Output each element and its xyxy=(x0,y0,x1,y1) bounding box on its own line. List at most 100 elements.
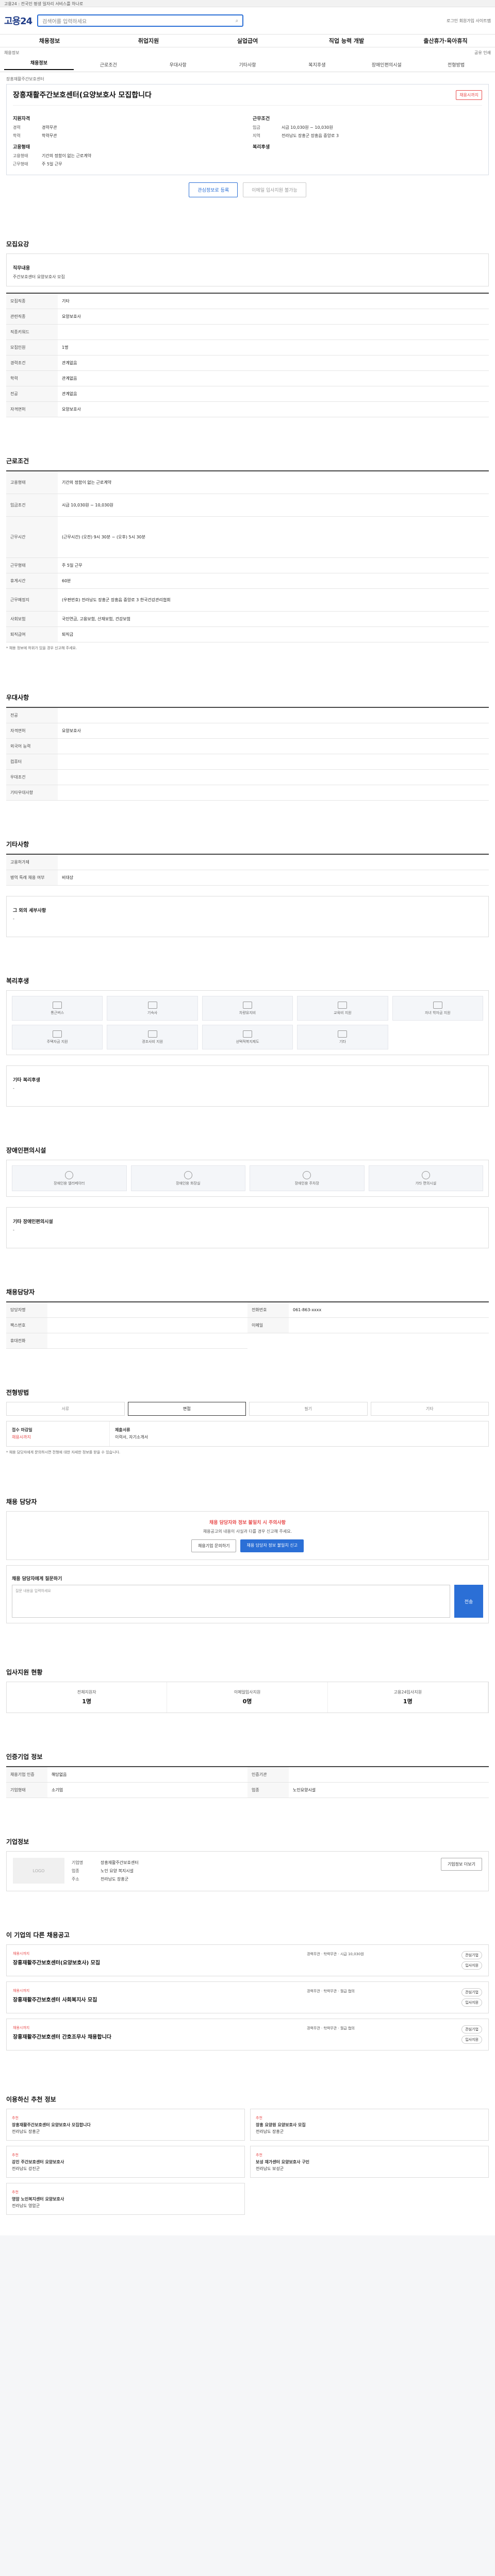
welfare-label: 차량유지비 xyxy=(239,1010,256,1015)
recommend-card[interactable]: 추천 강진 주간보호센터 요양보호사 전라남도 강진군 xyxy=(6,2146,245,2178)
interest-button[interactable]: 관심기업 xyxy=(461,2025,482,2033)
qual-table: 모집직종 기타 관련직종 요양보호사 직종키워드 모집인원 1명 경력조건 관계없음 학… xyxy=(6,293,489,417)
row-key: 컴퓨터 xyxy=(6,754,58,769)
stat-item: 이메일입사지원 0명 xyxy=(167,1682,328,1713)
send-question-button[interactable]: 전송 xyxy=(454,1585,483,1618)
memo-text: - xyxy=(13,917,14,921)
job-name[interactable]: 장흥재활주간보호센터 간호조무사 채용합니다 xyxy=(13,2032,307,2040)
nav-item[interactable]: 채용정보 xyxy=(0,37,99,45)
tab[interactable]: 장애인편의시설 xyxy=(352,61,421,68)
row-key: 모집인원 xyxy=(6,340,58,355)
rec-name[interactable]: 보성 재가센터 요양보호사 구인 xyxy=(256,2160,309,2164)
report-mismatch-button[interactable]: 채용 담당자 정보 불일치 신고 xyxy=(240,1539,304,1552)
summary-left: 지원자격 경력 경력무관 학력 학력무관 고용형태 고용형태 기간의 정함이 없는 근… xyxy=(13,111,242,170)
recommend-card[interactable]: 추천 보성 재가센터 요양보호사 구인 전라남도 보성군 xyxy=(250,2146,489,2178)
rec-name[interactable]: 장흥재활주간보호센터 요양보호사 모집합니다 xyxy=(12,2123,91,2127)
cond-table: 고용형태 기간의 정함이 없는 근로계약 임금조건 시급 10,030원 ~ 10,… xyxy=(6,470,489,642)
kv-key: 경력 xyxy=(13,125,21,130)
search-icon[interactable]: ⌕ xyxy=(236,18,239,24)
tab[interactable]: 전형방법 xyxy=(421,61,491,68)
breadcrumb: 채용정보 공유 인쇄 xyxy=(0,47,495,58)
row-val: 소기업 xyxy=(52,1788,63,1792)
contact-company-button[interactable]: 채용기업 문의하기 xyxy=(191,1539,237,1552)
company-more-button[interactable]: 기업정보 더보기 xyxy=(440,1858,482,1871)
row-val xyxy=(58,739,489,754)
breadcrumb-label: 채용정보 xyxy=(4,50,20,55)
tab[interactable]: 기타사항 xyxy=(213,61,283,68)
nav-item[interactable]: 직업 능력 개발 xyxy=(297,37,396,45)
row-val: (근무시간) (오전) 9시 30분 ~ (오후) 5시 30분 xyxy=(62,535,146,539)
welfare-item: 통근버스 xyxy=(12,996,103,1021)
kv-key: 업종 xyxy=(72,1869,79,1873)
rec-name[interactable]: 영암 노인복지센터 요양보호사 xyxy=(12,2197,64,2201)
job-card[interactable]: 채용시까지 장흥재활주간보호센터 간호조무사 채용합니다 경력무관 · 학력무관 ·… xyxy=(6,2019,489,2050)
nav-item[interactable]: 취업지원 xyxy=(99,37,198,45)
rec-meta: 전라남도 보성군 xyxy=(256,2166,284,2171)
applicant-stats: 전체지원자 1명 이메일입사지원 0명 고용24입사지원 1명 xyxy=(6,1682,489,1713)
row-val xyxy=(58,708,489,723)
welfare-label: 교육비 지원 xyxy=(334,1010,352,1015)
main-nav: 채용정보 취업지원 실업급여 직업 능력 개발 출산휴가·육아휴직 xyxy=(0,34,495,47)
row-key: 기타우대사항 xyxy=(6,785,58,800)
section-title: 복리후생 xyxy=(6,977,29,985)
interest-button[interactable]: 관심기업 xyxy=(461,1951,482,1959)
email-apply-button[interactable]: 이메일 입사지원 불가능 xyxy=(243,182,306,197)
site-logo[interactable]: 고용24 xyxy=(4,14,32,27)
welfare-label: 주택자금 지원 xyxy=(46,1039,68,1044)
nav-item[interactable]: 실업급여 xyxy=(198,37,297,45)
search-input[interactable]: 검색어를 입력하세요 ⌕ xyxy=(37,14,244,27)
access-etc-heading: 기타 장애인편의시설 xyxy=(13,1219,53,1225)
tab[interactable]: 우대사항 xyxy=(143,61,213,68)
tab[interactable]: 복지후생 xyxy=(282,61,352,68)
row-val xyxy=(47,1318,248,1333)
accessibility-grid: 장애인용 엘리베이터 장애인용 화장실 장애인용 주차장 기타 편의시설 xyxy=(6,1160,489,1197)
gift-icon xyxy=(147,1030,157,1038)
row-val: 1명 xyxy=(62,345,69,350)
recommend-card[interactable]: 추천 영암 노인복지센터 요양보호사 전라남도 영암군 xyxy=(6,2183,245,2215)
apply-button[interactable]: 입사지원 xyxy=(461,2036,482,2044)
bus-icon xyxy=(53,1001,62,1009)
question-textarea[interactable]: 질문 내용을 입력하세요 xyxy=(12,1585,450,1618)
share-print[interactable]: 공유 인쇄 xyxy=(474,50,491,56)
section-title: 이용하신 추천 정보 xyxy=(6,2096,56,2103)
tab[interactable]: 채용정보 xyxy=(4,59,74,70)
job-name[interactable]: 장흥재활주간보호센터 사회복지사 모집 xyxy=(13,1995,307,2003)
row-val: 요양보호사 xyxy=(62,314,81,319)
recommend-grid: 추천 장흥재활주간보호센터 요양보호사 모집합니다 전라남도 장흥군 추천 장흥 요양… xyxy=(6,2109,489,2215)
welfare-etc-text: - xyxy=(13,1086,14,1091)
nav-item[interactable]: 출산휴가·육아휴직 xyxy=(396,37,495,45)
tab[interactable]: 근로조건 xyxy=(74,61,143,68)
recommend-card[interactable]: 추천 장흥재활주간보호센터 요양보호사 모집합니다 전라남도 장흥군 xyxy=(6,2109,245,2141)
memo-heading: 그 외의 세부사항 xyxy=(13,908,46,913)
rec-meta: 전라남도 강진군 xyxy=(12,2166,40,2171)
save-interest-button[interactable]: 관심정보로 등록 xyxy=(189,182,238,197)
section-title: 기업정보 xyxy=(6,1838,29,1845)
interest-button[interactable]: 관심기업 xyxy=(461,1988,482,1996)
access-label: 장애인용 주차장 xyxy=(294,1181,319,1185)
row-val: 기타 xyxy=(62,299,70,303)
recommend-card[interactable]: 추천 장흥 요양원 요양보호사 모집 전라남도 장흥군 xyxy=(250,2109,489,2141)
row-key: 담당자명 xyxy=(6,1302,47,1317)
house-icon xyxy=(147,1001,157,1009)
job-card[interactable]: 채용시까지 장흥재활주간보호센터 사회복지사 모집 경력무관 · 학력무관 · 월급… xyxy=(6,1981,489,2013)
row-val: 관계없음 xyxy=(62,392,77,396)
header-links[interactable]: 로그인 회원가입 사이트맵 xyxy=(447,18,491,24)
job-card[interactable]: 채용시까지 장흥재활주간보호센터(요양보호사) 모집 경력무관 · 학력무관 · 시… xyxy=(6,1944,489,1976)
top-notice: 고용24 : 전국민 평생 일자리 서비스를 하나로 xyxy=(0,0,495,7)
job-meta: 경력무관 · 학력무관 · 월급 협의 xyxy=(307,1989,355,1993)
rec-name[interactable]: 장흥 요양원 요양보호사 모집 xyxy=(256,2123,306,2127)
access-item: 장애인용 화장실 xyxy=(130,1165,245,1191)
welfare-item: 기타 xyxy=(297,1025,388,1049)
row-val: 시급 10,030원 ~ 10,030원 xyxy=(62,503,113,507)
job-name[interactable]: 장흥재활주간보호센터(요양보호사) 모집 xyxy=(13,1958,307,1966)
apply-button[interactable]: 입사지원 xyxy=(461,1961,482,1970)
facility-icon xyxy=(421,1171,430,1179)
apply-button[interactable]: 입사지원 xyxy=(461,1998,482,2007)
etc-memo: 그 외의 세부사항 - xyxy=(6,896,489,937)
summary-heading: 고용형태 xyxy=(13,145,30,150)
row-key: 전화번호 xyxy=(248,1302,289,1317)
selection-note: * 채용 담당자에게 문의하시면 전형에 대한 자세한 정보를 받을 수 있습니… xyxy=(6,1450,121,1454)
rec-name[interactable]: 강진 주간보호센터 요양보호사 xyxy=(12,2160,64,2164)
section-title: 채용담당자 xyxy=(6,1289,35,1296)
company-name[interactable]: 장흥재활주간보호센터 xyxy=(6,77,44,81)
